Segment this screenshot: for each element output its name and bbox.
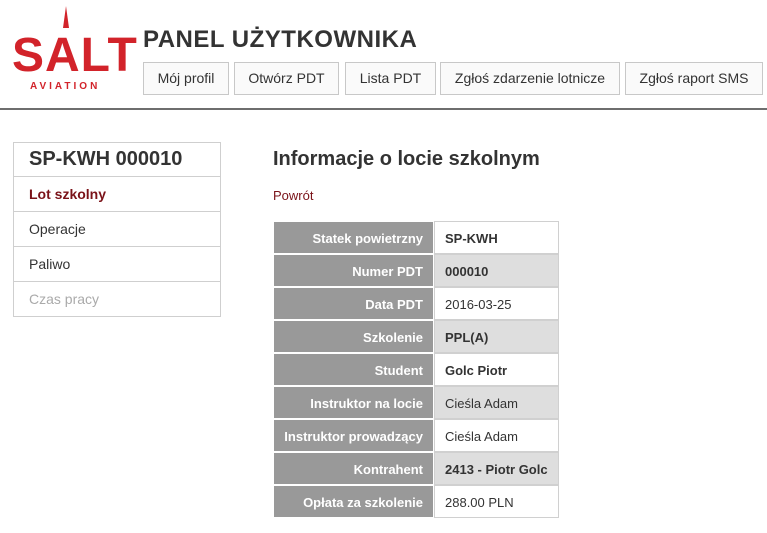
row-value: Cieśla Adam: [434, 386, 559, 419]
table-row: Data PDT 2016-03-25: [273, 287, 559, 320]
back-link[interactable]: Powrót: [273, 188, 313, 204]
logo-text: SALT: [12, 29, 138, 82]
table-row: Instruktor na locie Cieśla Adam: [273, 386, 559, 419]
row-label: Student: [273, 353, 434, 386]
table-row: Student Golc Piotr: [273, 353, 559, 386]
sidebar-item-training-flight[interactable]: Lot szkolny: [13, 177, 221, 212]
row-value: Golc Piotr: [434, 353, 559, 386]
sidebar-item-fuel[interactable]: Paliwo: [13, 247, 221, 282]
row-label: Statek powietrzny: [273, 221, 434, 254]
header: SALT AVIATION PANEL UŻYTKOWNIKA Mój prof…: [0, 0, 767, 110]
row-label: Kontrahent: [273, 452, 434, 485]
page-title: PANEL UŻYTKOWNIKA: [143, 26, 418, 53]
nav-report-sms-button[interactable]: Zgłoś raport SMS: [625, 62, 763, 95]
nav-report-aviation-incident-button[interactable]: Zgłoś zdarzenie lotnicze: [440, 62, 620, 95]
table-row: Statek powietrzny SP-KWH: [273, 221, 559, 254]
table-row: Instruktor prowadzący Cieśla Adam: [273, 419, 559, 452]
nav-my-profile-button[interactable]: Mój profil: [143, 62, 229, 95]
sidebar-item-work-time: Czas pracy: [13, 282, 221, 317]
row-value: SP-KWH: [434, 221, 559, 254]
sidebar-title: SP-KWH 000010: [13, 142, 221, 177]
row-label: Szkolenie: [273, 320, 434, 353]
nav-open-pdt-button[interactable]: Otwórz PDT: [234, 62, 339, 95]
nav-pdt-list-button[interactable]: Lista PDT: [345, 62, 436, 95]
row-value: 2016-03-25: [434, 287, 559, 320]
table-row: Kontrahent 2413 - Piotr Golc: [273, 452, 559, 485]
table-row: Numer PDT 000010: [273, 254, 559, 287]
row-label: Instruktor prowadzący: [273, 419, 434, 452]
row-label: Numer PDT: [273, 254, 434, 287]
row-label: Opłata za szkolenie: [273, 485, 434, 518]
row-value: PPL(A): [434, 320, 559, 353]
sidebar-item-operations[interactable]: Operacje: [13, 212, 221, 247]
row-label: Instruktor na locie: [273, 386, 434, 419]
table-row: Opłata za szkolenie 288.00 PLN: [273, 485, 559, 518]
salt-aviation-logo[interactable]: SALT AVIATION: [12, 6, 138, 96]
header-divider: [0, 108, 767, 110]
row-value: 288.00 PLN: [434, 485, 559, 518]
row-value: 2413 - Piotr Golc: [434, 452, 559, 485]
table-row: Szkolenie PPL(A): [273, 320, 559, 353]
section-title: Informacje o locie szkolnym: [273, 148, 540, 170]
row-label: Data PDT: [273, 287, 434, 320]
row-value: Cieśla Adam: [434, 419, 559, 452]
row-value: 000010: [434, 254, 559, 287]
logo-subtext: AVIATION: [30, 81, 101, 92]
